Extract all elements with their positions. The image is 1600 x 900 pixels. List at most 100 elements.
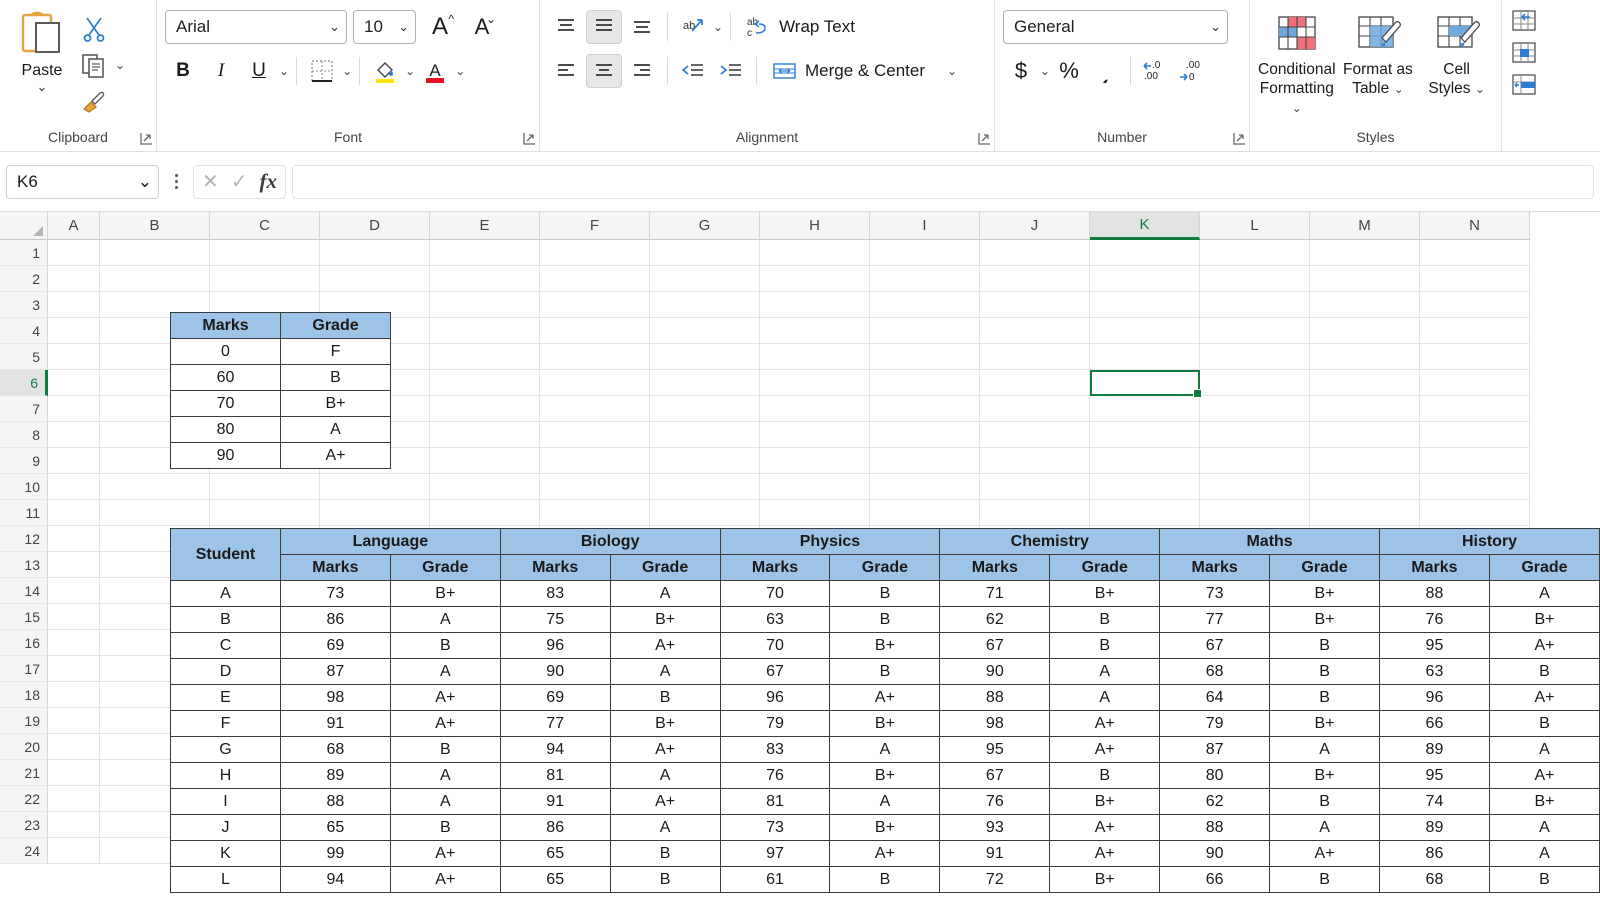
marks-cell-3-7[interactable]: A <box>1049 658 1161 685</box>
insert-function-icon[interactable]: fx <box>260 169 278 194</box>
marks-cell-9-1[interactable]: B <box>389 814 501 841</box>
cell-I7[interactable] <box>870 396 980 422</box>
marks-cell-1-3[interactable]: B+ <box>609 606 721 633</box>
marks-cell-4-6[interactable]: 88 <box>939 684 1051 711</box>
marks-cell-0-6[interactable]: 71 <box>939 580 1051 607</box>
cell-J4[interactable] <box>980 318 1090 344</box>
lookup-cell-4-1[interactable]: A+ <box>280 442 391 469</box>
row-header-14[interactable]: 14 <box>0 578 48 604</box>
marks-cell-10-1[interactable]: A+ <box>389 840 501 867</box>
cell-J1[interactable] <box>980 240 1090 266</box>
cell-I6[interactable] <box>870 370 980 396</box>
marks-cell-7-4[interactable]: 76 <box>719 762 831 789</box>
cell-E3[interactable] <box>430 292 540 318</box>
marks-cell-5-0[interactable]: 91 <box>279 710 391 737</box>
marks-cell-8-10[interactable]: 74 <box>1379 788 1490 815</box>
marks-cell-5-2[interactable]: 77 <box>499 710 611 737</box>
cell-N3[interactable] <box>1420 292 1530 318</box>
cell-F10[interactable] <box>540 474 650 500</box>
cell-H1[interactable] <box>760 240 870 266</box>
cell-E8[interactable] <box>430 422 540 448</box>
cell-G4[interactable] <box>650 318 760 344</box>
marks-cell-3-11[interactable]: B <box>1488 658 1600 685</box>
marks-cell-5-7[interactable]: A+ <box>1049 710 1161 737</box>
marks-cell-5-10[interactable]: 66 <box>1379 710 1490 737</box>
marks-cell-8-0[interactable]: 88 <box>279 788 391 815</box>
cell-K5[interactable] <box>1090 344 1200 370</box>
marks-cell-7-9[interactable]: B+ <box>1269 762 1380 789</box>
row-header-8[interactable]: 8 <box>0 422 48 448</box>
font-name-combo[interactable]: Arial ⌄ <box>165 10 347 44</box>
marks-cell-7-1[interactable]: A <box>389 762 501 789</box>
cell-F2[interactable] <box>540 266 650 292</box>
marks-cell-9-11[interactable]: A <box>1488 814 1600 841</box>
marks-cell-7-6[interactable]: 67 <box>939 762 1051 789</box>
cell-G11[interactable] <box>650 500 760 526</box>
column-header-A[interactable]: A <box>48 212 100 240</box>
marks-cell-9-5[interactable]: B+ <box>829 814 941 841</box>
cell-K4[interactable] <box>1090 318 1200 344</box>
marks-cell-2-7[interactable]: B <box>1049 632 1161 659</box>
cell-K6[interactable] <box>1090 370 1200 396</box>
cell-I8[interactable] <box>870 422 980 448</box>
cell-L6[interactable] <box>1200 370 1310 396</box>
row-header-4[interactable]: 4 <box>0 318 48 344</box>
marks-cell-6-5[interactable]: A <box>829 736 941 763</box>
cell-C2[interactable] <box>210 266 320 292</box>
cell-C11[interactable] <box>210 500 320 526</box>
marks-cell-4-10[interactable]: 96 <box>1379 684 1490 711</box>
row-header-19[interactable]: 19 <box>0 708 48 734</box>
cell-I9[interactable] <box>870 448 980 474</box>
marks-cell-4-1[interactable]: A+ <box>389 684 501 711</box>
marks-cell-4-2[interactable]: 69 <box>499 684 611 711</box>
marks-cell-8-3[interactable]: A+ <box>609 788 721 815</box>
font-dialog-launcher[interactable] <box>523 132 537 146</box>
format-cells-button[interactable] <box>1510 72 1554 98</box>
marks-cell-8-8[interactable]: 62 <box>1159 788 1271 815</box>
marks-cell-6-0[interactable]: 68 <box>279 736 391 763</box>
marks-cell-5-4[interactable]: 79 <box>719 710 831 737</box>
marks-cell-2-1[interactable]: B <box>389 632 501 659</box>
marks-cell-0-7[interactable]: B+ <box>1049 580 1161 607</box>
format-as-table-button[interactable]: Format as Table ⌄ <box>1342 12 1415 99</box>
increase-decimal-button[interactable]: .0 .00 <box>1137 54 1173 88</box>
cell-M4[interactable] <box>1310 318 1420 344</box>
cell-F3[interactable] <box>540 292 650 318</box>
cell-A11[interactable] <box>48 500 100 526</box>
increase-font-size-button[interactable]: A ^ <box>422 10 458 44</box>
marks-cell-11-11[interactable]: B <box>1488 866 1600 893</box>
cell-H2[interactable] <box>760 266 870 292</box>
delete-cells-button[interactable] <box>1510 40 1554 66</box>
lookup-cell-0-0[interactable]: 0 <box>170 338 281 365</box>
cell-N1[interactable] <box>1420 240 1530 266</box>
marks-cell-8-6[interactable]: 76 <box>939 788 1051 815</box>
align-left-button[interactable] <box>548 54 584 88</box>
marks-cell-10-10[interactable]: 86 <box>1379 840 1490 867</box>
marks-cell-3-5[interactable]: B <box>829 658 941 685</box>
copy-button[interactable] <box>76 48 112 82</box>
cell-K9[interactable] <box>1090 448 1200 474</box>
marks-cell-10-3[interactable]: B <box>609 840 721 867</box>
cell-D2[interactable] <box>320 266 430 292</box>
marks-cell-0-3[interactable]: A <box>609 580 721 607</box>
clipboard-dialog-launcher[interactable] <box>140 132 154 146</box>
marks-cell-7-10[interactable]: 95 <box>1379 762 1490 789</box>
conditional-formatting-caret-icon[interactable]: ⌄ <box>1292 101 1302 115</box>
cell-K8[interactable] <box>1090 422 1200 448</box>
cell-A7[interactable] <box>48 396 100 422</box>
cell-J8[interactable] <box>980 422 1090 448</box>
marks-cell-9-4[interactable]: 73 <box>719 814 831 841</box>
cell-J6[interactable] <box>980 370 1090 396</box>
column-header-I[interactable]: I <box>870 212 980 240</box>
marks-cell-4-8[interactable]: 64 <box>1159 684 1271 711</box>
cell-A6[interactable] <box>48 370 100 396</box>
marks-cell-0-8[interactable]: 73 <box>1159 580 1271 607</box>
underline-caret-icon[interactable]: ⌄ <box>279 64 289 78</box>
marks-cell-2-9[interactable]: B <box>1269 632 1380 659</box>
copy-caret-icon[interactable]: ⌄ <box>115 58 125 72</box>
cell-N6[interactable] <box>1420 370 1530 396</box>
cell-I4[interactable] <box>870 318 980 344</box>
marks-cell-9-9[interactable]: A <box>1269 814 1380 841</box>
cell-A19[interactable] <box>48 708 100 734</box>
marks-cell-9-2[interactable]: 86 <box>499 814 611 841</box>
